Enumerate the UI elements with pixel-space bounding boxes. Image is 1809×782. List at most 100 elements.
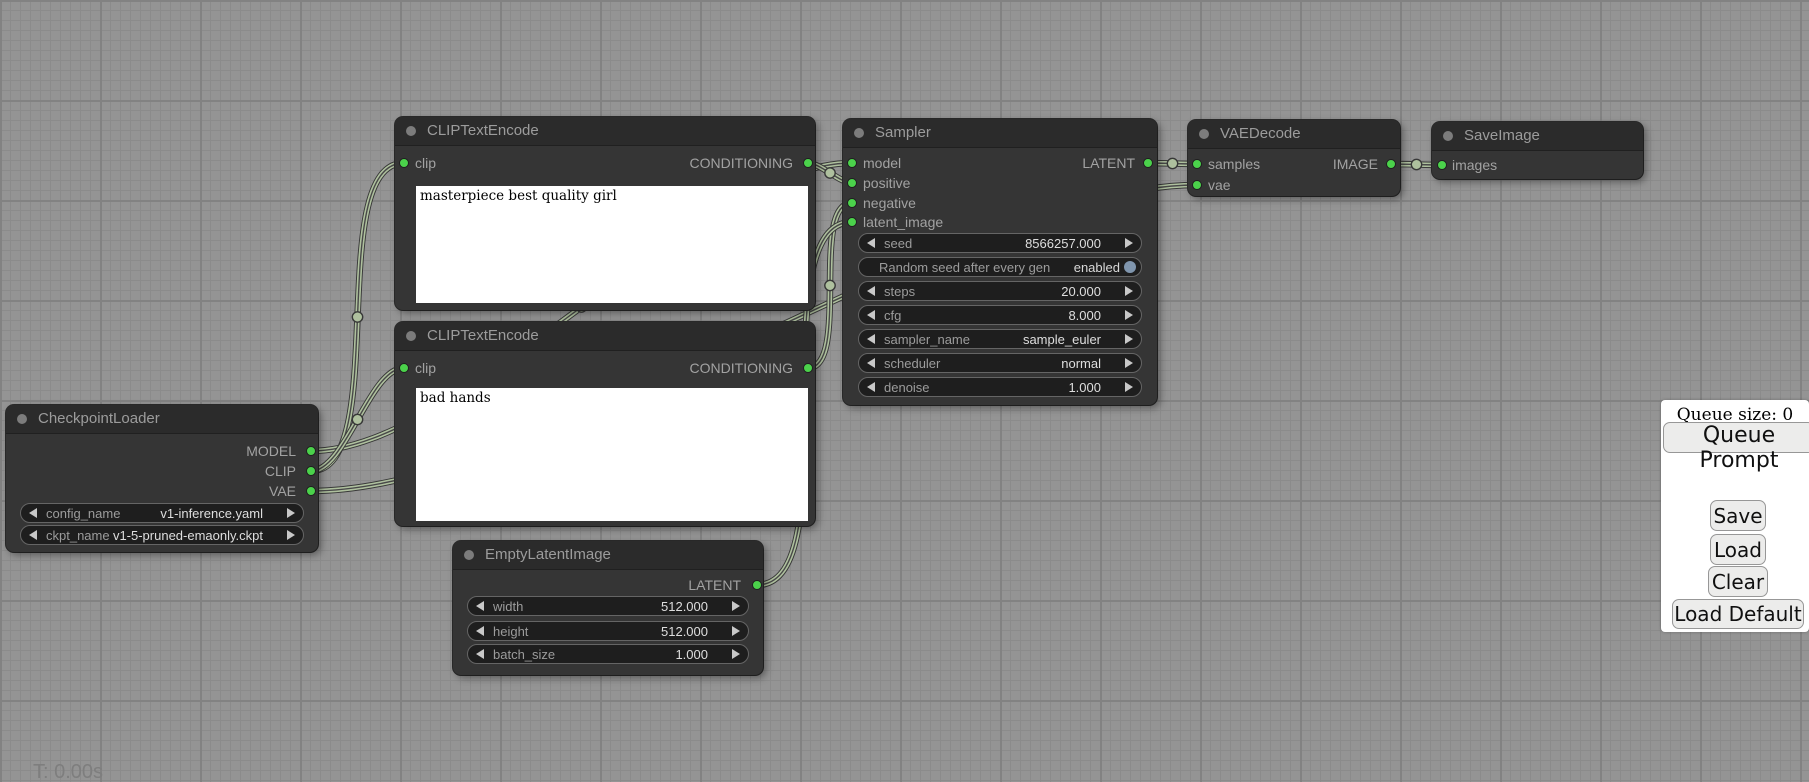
node-clip-text-encode-negative[interactable]: CLIPTextEncode clip CONDITIONING bad han…: [395, 322, 815, 526]
graph-canvas[interactable]: T: 0.00s CheckpointLoader MODEL CLIP VAE…: [0, 0, 1809, 782]
node-sampler[interactable]: Sampler model LATENT positive negative l…: [843, 119, 1157, 405]
seed-widget[interactable]: seed 8566257.000: [858, 233, 1142, 253]
output-port-model[interactable]: [306, 446, 316, 456]
link-midpoint-dot[interactable]: [352, 312, 362, 322]
widget-value: sample_euler: [1023, 332, 1101, 347]
collapse-dot-icon[interactable]: [406, 331, 416, 341]
collapse-dot-icon[interactable]: [1199, 129, 1209, 139]
collapse-dot-icon[interactable]: [464, 550, 474, 560]
steps-widget[interactable]: steps 20.000: [858, 281, 1142, 301]
slot-row: vae: [1188, 176, 1400, 194]
output-row: VAE: [6, 482, 318, 500]
node-title: EmptyLatentImage: [485, 541, 611, 569]
link-midpoint-dot[interactable]: [1411, 159, 1421, 169]
ckpt-name-widget[interactable]: ckpt_name v1-5-pruned-emaonly.ckpt: [20, 525, 304, 545]
collapse-dot-icon[interactable]: [17, 414, 27, 424]
input-port-clip[interactable]: [399, 363, 409, 373]
decrement-arrow-icon[interactable]: [867, 358, 875, 368]
decrement-arrow-icon[interactable]: [476, 649, 484, 659]
cfg-widget[interactable]: cfg 8.000: [858, 305, 1142, 325]
increment-arrow-icon[interactable]: [1125, 238, 1133, 248]
input-port-negative[interactable]: [847, 198, 857, 208]
output-label: CONDITIONING: [690, 154, 793, 172]
clear-button[interactable]: Clear: [1708, 566, 1768, 597]
increment-arrow-icon[interactable]: [1125, 334, 1133, 344]
input-port-clip[interactable]: [399, 158, 409, 168]
input-port-vae[interactable]: [1192, 180, 1202, 190]
output-port-latent[interactable]: [752, 580, 762, 590]
node-checkpoint-loader[interactable]: CheckpointLoader MODEL CLIP VAE config_n…: [6, 405, 318, 552]
node-title-bar[interactable]: VAEDecode: [1188, 120, 1400, 149]
config-name-widget[interactable]: config_name v1-inference.yaml: [20, 503, 304, 523]
increment-arrow-icon[interactable]: [287, 508, 295, 518]
collapse-dot-icon[interactable]: [854, 128, 864, 138]
link-midpoint-dot[interactable]: [352, 414, 362, 424]
random-seed-toggle[interactable]: Random seed after every gen enabled: [858, 257, 1142, 277]
height-widget[interactable]: height 512.000: [467, 621, 749, 641]
load-button[interactable]: Load: [1710, 534, 1766, 565]
output-port-latent[interactable]: [1143, 158, 1153, 168]
input-port-samples[interactable]: [1192, 159, 1202, 169]
link-wire: [311, 163, 404, 471]
increment-arrow-icon[interactable]: [1125, 310, 1133, 320]
decrement-arrow-icon[interactable]: [476, 626, 484, 636]
node-vae-decode[interactable]: VAEDecode samples IMAGE vae: [1188, 120, 1400, 196]
load-default-button[interactable]: Load Default: [1672, 599, 1804, 629]
denoise-widget[interactable]: denoise 1.000: [858, 377, 1142, 397]
node-clip-text-encode-positive[interactable]: CLIPTextEncode clip CONDITIONING masterp…: [395, 117, 815, 310]
output-port-conditioning[interactable]: [803, 158, 813, 168]
increment-arrow-icon[interactable]: [1125, 358, 1133, 368]
increment-arrow-icon[interactable]: [732, 649, 740, 659]
collapse-dot-icon[interactable]: [406, 126, 416, 136]
queue-prompt-button[interactable]: Queue Prompt: [1663, 422, 1809, 453]
increment-arrow-icon[interactable]: [732, 626, 740, 636]
decrement-arrow-icon[interactable]: [867, 286, 875, 296]
widget-label: batch_size: [493, 647, 555, 662]
decrement-arrow-icon[interactable]: [867, 238, 875, 248]
widget-value: 1.000: [675, 647, 708, 662]
decrement-arrow-icon[interactable]: [867, 334, 875, 344]
width-widget[interactable]: width 512.000: [467, 596, 749, 616]
toggle-dot-icon[interactable]: [1124, 261, 1136, 273]
link-midpoint-dot[interactable]: [825, 168, 835, 178]
decrement-arrow-icon[interactable]: [29, 530, 37, 540]
toggle-value: enabled: [1074, 260, 1120, 275]
node-title-bar[interactable]: Sampler: [843, 119, 1157, 148]
output-port-conditioning[interactable]: [803, 363, 813, 373]
collapse-dot-icon[interactable]: [1443, 131, 1453, 141]
output-port-vae[interactable]: [306, 486, 316, 496]
input-port-images[interactable]: [1437, 160, 1447, 170]
link-midpoint-dot[interactable]: [1167, 158, 1177, 168]
increment-arrow-icon[interactable]: [732, 601, 740, 611]
scheduler-widget[interactable]: scheduler normal: [858, 353, 1142, 373]
node-title-bar[interactable]: CLIPTextEncode: [395, 322, 815, 351]
output-port-clip[interactable]: [306, 466, 316, 476]
input-port-positive[interactable]: [847, 178, 857, 188]
save-button[interactable]: Save: [1710, 500, 1766, 531]
decrement-arrow-icon[interactable]: [867, 382, 875, 392]
input-port-latent-image[interactable]: [847, 217, 857, 227]
node-title-bar[interactable]: CLIPTextEncode: [395, 117, 815, 146]
node-title-bar[interactable]: CheckpointLoader: [6, 405, 318, 434]
node-empty-latent-image[interactable]: EmptyLatentImage LATENT width 512.000 he…: [453, 541, 763, 675]
increment-arrow-icon[interactable]: [1125, 286, 1133, 296]
sampler-name-widget[interactable]: sampler_name sample_euler: [858, 329, 1142, 349]
slot-row: latent_image: [843, 213, 1157, 231]
increment-arrow-icon[interactable]: [287, 530, 295, 540]
node-title-bar[interactable]: SaveImage: [1432, 122, 1643, 151]
increment-arrow-icon[interactable]: [1125, 382, 1133, 392]
output-row: LATENT: [453, 576, 763, 594]
decrement-arrow-icon[interactable]: [867, 310, 875, 320]
input-label: clip: [415, 359, 436, 377]
node-title-bar[interactable]: EmptyLatentImage: [453, 541, 763, 570]
decrement-arrow-icon[interactable]: [29, 508, 37, 518]
input-port-model[interactable]: [847, 158, 857, 168]
batch-size-widget[interactable]: batch_size 1.000: [467, 644, 749, 664]
node-save-image[interactable]: SaveImage images: [1432, 122, 1643, 179]
prompt-textarea[interactable]: bad hands: [416, 388, 808, 521]
output-port-image[interactable]: [1386, 159, 1396, 169]
decrement-arrow-icon[interactable]: [476, 601, 484, 611]
input-label: images: [1452, 156, 1497, 174]
link-midpoint-dot[interactable]: [825, 280, 835, 290]
prompt-textarea[interactable]: masterpiece best quality girl: [416, 186, 808, 303]
